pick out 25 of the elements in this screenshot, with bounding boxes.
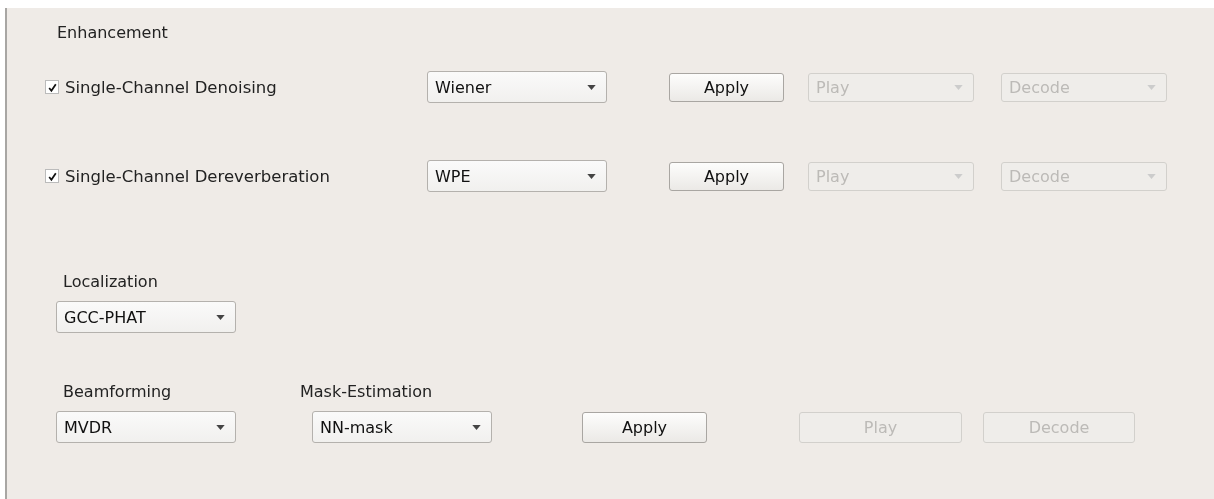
- action-button[interactable]: Apply: [582, 412, 707, 443]
- localization-dropdown[interactable]: GCC-PHAT: [56, 301, 236, 333]
- mask-estimation-dropdown[interactable]: NN-mask: [312, 411, 492, 443]
- apply-button[interactable]: Apply: [669, 161, 784, 191]
- caret-icon: [1147, 84, 1156, 90]
- checkbox-label: Single-Channel Dereverberation: [65, 166, 330, 186]
- beamforming-dropdown[interactable]: MVDR: [56, 411, 236, 443]
- apply-button[interactable]: Apply: [669, 72, 784, 102]
- caret-icon: [472, 424, 481, 430]
- method-dropdown[interactable]: Wiener: [427, 71, 607, 103]
- caret-icon: [587, 173, 596, 179]
- section-title: Localization: [63, 271, 158, 293]
- caret-icon: [954, 84, 963, 90]
- section-title: Mask-Estimation: [300, 381, 434, 403]
- section-title: Beamforming: [63, 381, 173, 403]
- caret-icon: [1147, 173, 1156, 179]
- caret-icon: [216, 314, 225, 320]
- caret-icon: [216, 424, 225, 430]
- caret-icon: [587, 84, 596, 90]
- checkbox[interactable]: [45, 80, 59, 94]
- section-title: Enhancement: [57, 22, 168, 44]
- checkbox[interactable]: [45, 169, 59, 183]
- checkbox-label: Single-Channel Denoising: [65, 77, 277, 97]
- caret-icon: [954, 173, 963, 179]
- method-dropdown[interactable]: WPE: [427, 160, 607, 192]
